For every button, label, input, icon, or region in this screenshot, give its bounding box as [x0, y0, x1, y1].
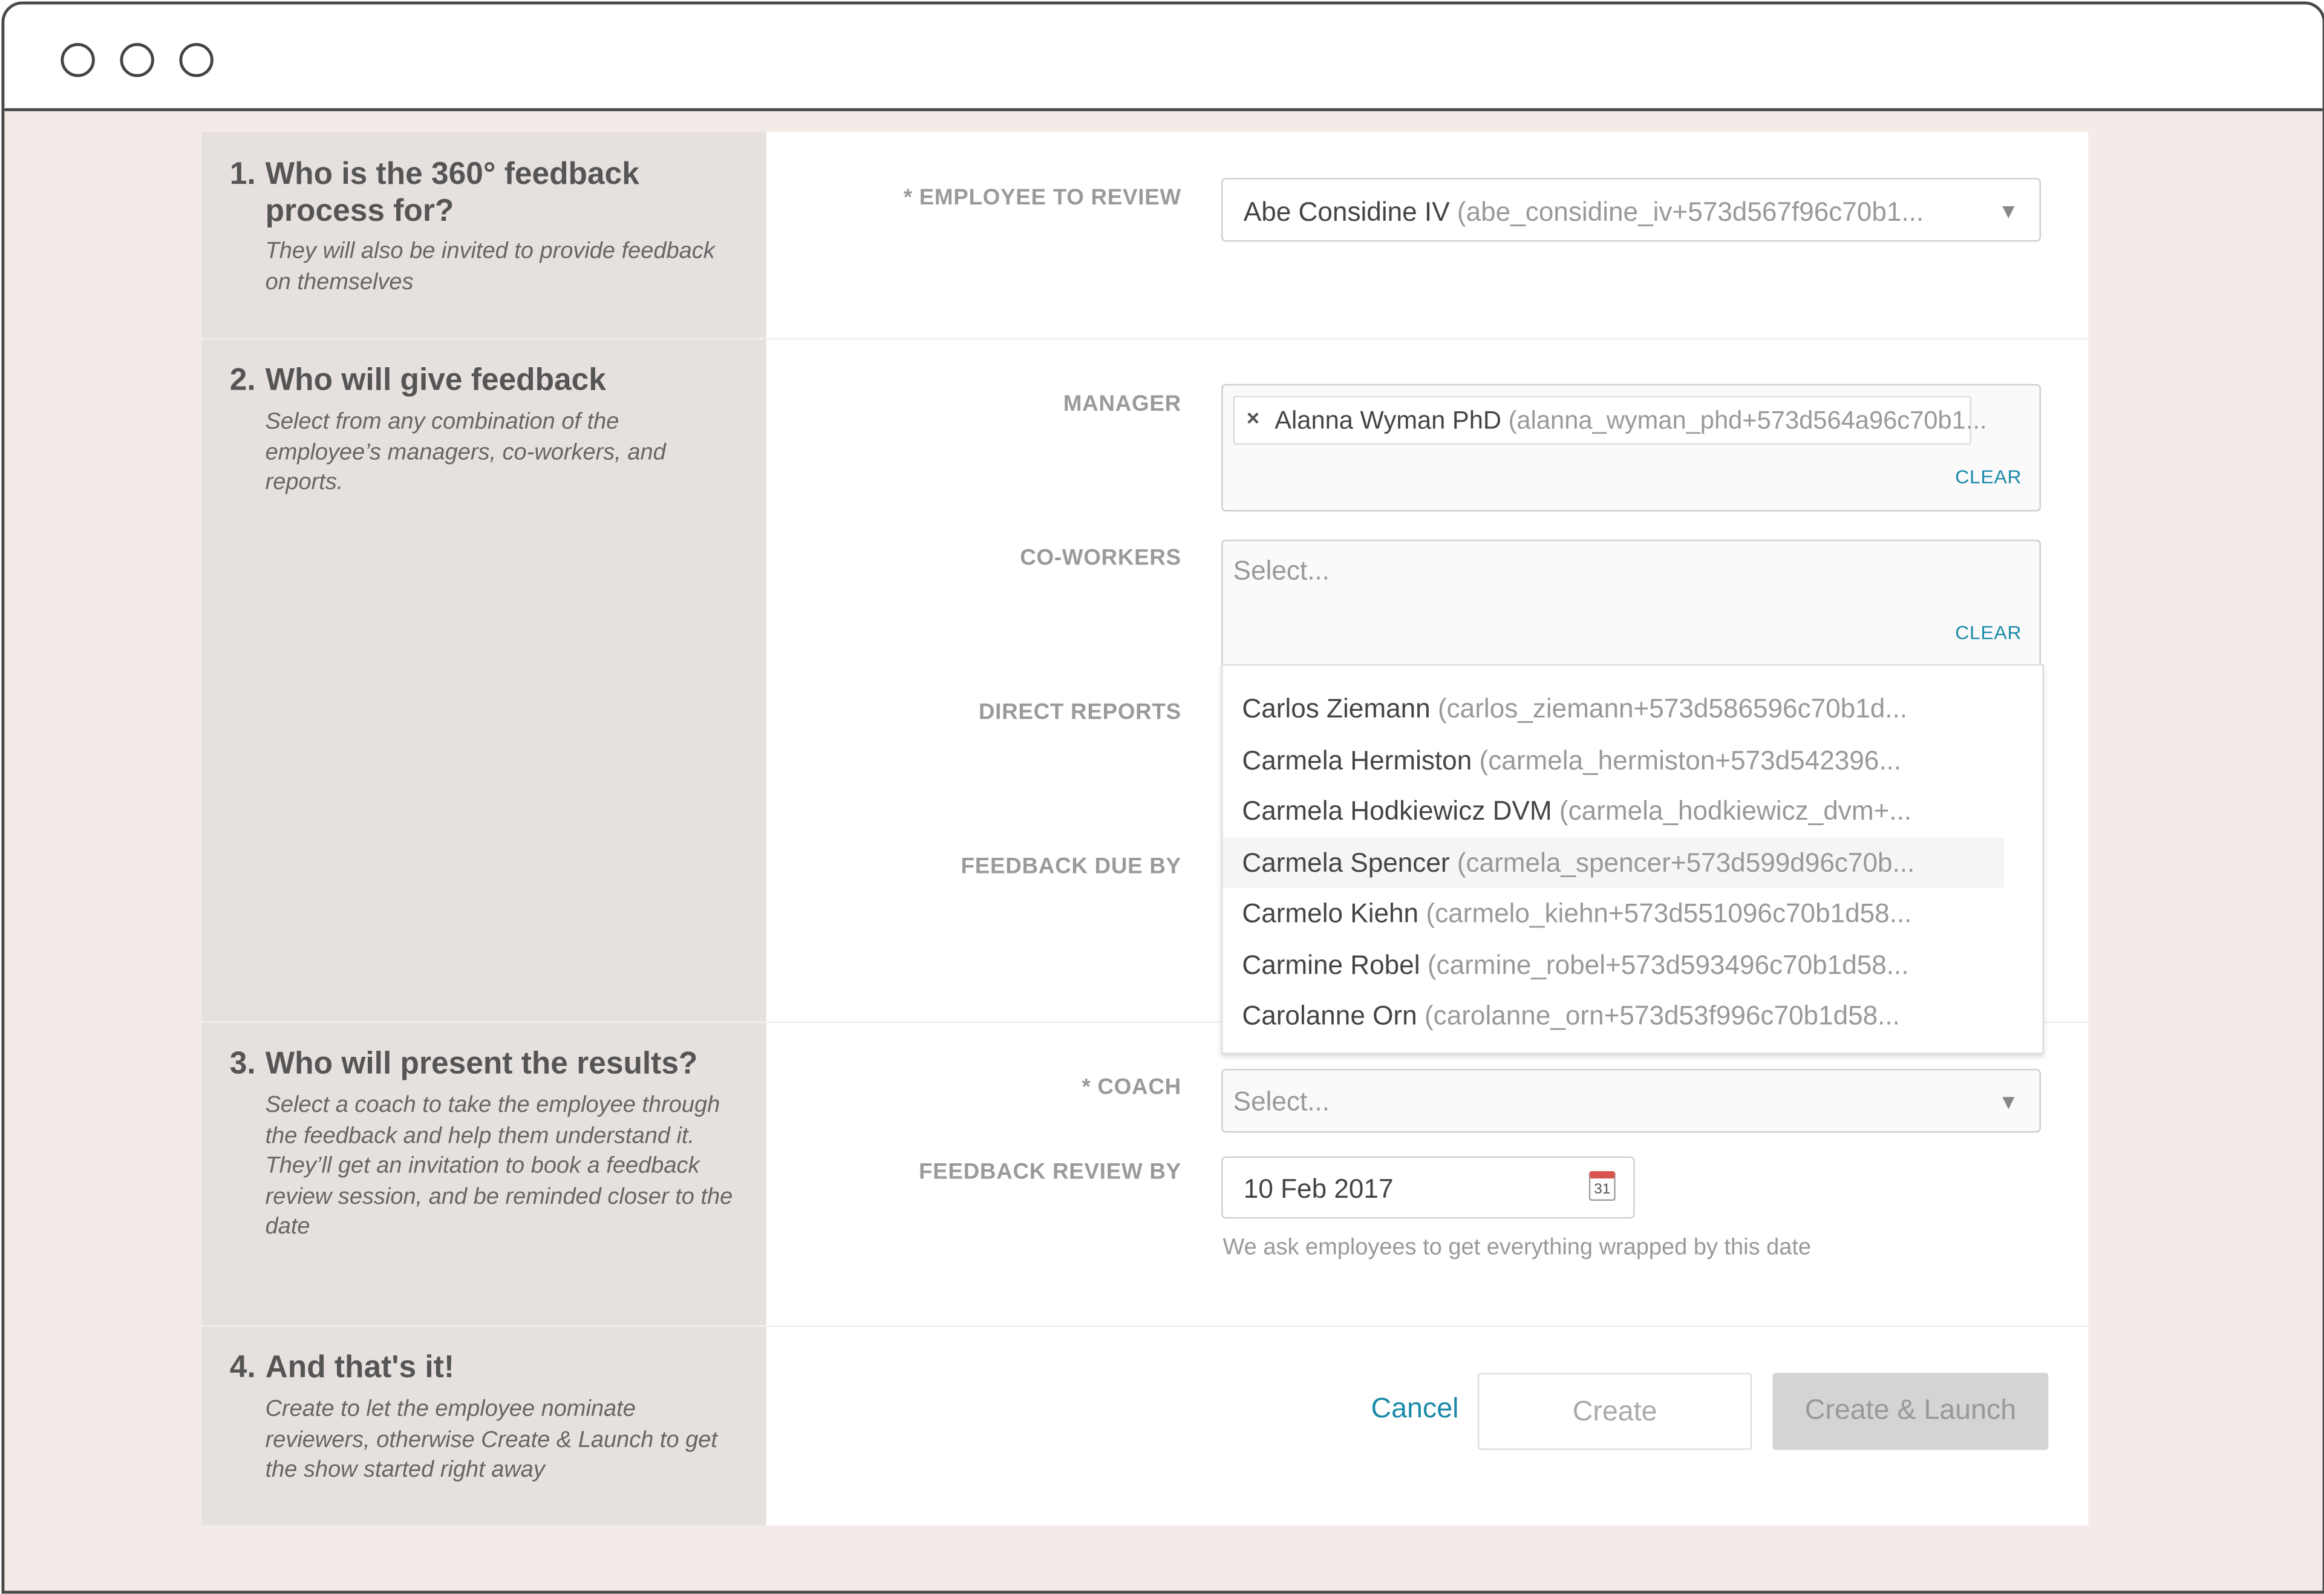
dropdown-item[interactable]: Carmela Hodkiewicz DVM (carmela_hodkiewi…: [1222, 786, 2003, 836]
employee-select[interactable]: Abe Considine IV (abe_considine_iv+573d5…: [1221, 178, 2042, 242]
manager-clear-button[interactable]: CLEAR: [1955, 466, 2022, 488]
create-launch-button[interactable]: Create & Launch: [1772, 1373, 2049, 1450]
dropdown-item[interactable]: Carmine Robel (carmine_robel+573d593496c…: [1222, 940, 2003, 990]
section-4-description: Create to let the employee nominate revi…: [265, 1396, 717, 1483]
cancel-link[interactable]: Cancel: [1371, 1394, 1459, 1426]
coach-label: * COACH: [1082, 1074, 1181, 1100]
dropdown-item[interactable]: Carmela Hermiston (carmela_hermiston+573…: [1222, 736, 2003, 786]
close-icon[interactable]: ×: [1247, 406, 1259, 431]
coach-select[interactable]: Select... ▼: [1221, 1068, 2042, 1133]
feedback-due-label: FEEDBACK DUE BY: [961, 854, 1181, 880]
section-descriptions: [201, 132, 766, 1526]
dropdown-item-partial[interactable]: [1222, 665, 2003, 683]
section-3-description: Select a coach to take the employee thro…: [265, 1093, 733, 1240]
dropdown-item[interactable]: Carolanne Orn (carolanne_orn+573d53f996c…: [1222, 990, 2003, 1040]
manager-tag: × Alanna Wyman PhD (alanna_wyman_phd+573…: [1233, 396, 1987, 445]
direct-reports-label: DIRECT REPORTS: [978, 699, 1181, 725]
manager-multiselect[interactable]: × Alanna Wyman PhD (alanna_wyman_phd+573…: [1221, 384, 2042, 512]
window-maximize-button[interactable]: [179, 43, 214, 77]
employee-label: * EMPLOYEE TO REVIEW: [903, 185, 1181, 211]
dropdown-item[interactable]: Carmelo Kiehn (carmelo_kiehn+573d551096c…: [1222, 888, 2003, 938]
coworkers-multiselect[interactable]: Select... CLEAR: [1221, 540, 2042, 667]
create-button[interactable]: Create: [1477, 1373, 1752, 1450]
coworkers-label: CO-WORKERS: [1020, 545, 1181, 571]
window-close-button[interactable]: [60, 43, 95, 77]
section-2-description: Select from any combination of the emplo…: [265, 409, 666, 495]
review-by-help: We ask employees to get everything wrapp…: [1222, 1235, 1812, 1261]
dropdown-item[interactable]: Carlos Ziemann (carlos_ziemann+573d58659…: [1222, 684, 2003, 734]
calendar-icon[interactable]: 31: [1588, 1171, 1616, 1201]
review-by-date-input[interactable]: 10 Feb 2017 31: [1221, 1156, 1635, 1219]
feedback-form: 1. Who is the 360° feedback process for? …: [201, 132, 2089, 1526]
coworkers-input[interactable]: Select...: [1233, 556, 1330, 587]
coworkers-dropdown-list[interactable]: Carlos Ziemann (carlos_ziemann+573d58659…: [1221, 664, 2044, 1054]
browser-window: 1. Who is the 360° feedback process for? …: [1, 1, 2324, 1594]
caret-down-icon: ▼: [1998, 1089, 2019, 1114]
section-1-description: They will also be invited to provide fee…: [265, 238, 715, 295]
title-bar: [4, 4, 2323, 111]
window-minimize-button[interactable]: [120, 43, 154, 77]
dropdown-item-highlighted[interactable]: Carmela Spencer (carmela_spencer+573d599…: [1222, 837, 2004, 888]
coworkers-clear-button[interactable]: CLEAR: [1955, 621, 2022, 644]
manager-label: MANAGER: [1063, 391, 1181, 417]
caret-down-icon: ▼: [1998, 198, 2019, 223]
review-by-label: FEEDBACK REVIEW BY: [918, 1159, 1181, 1185]
